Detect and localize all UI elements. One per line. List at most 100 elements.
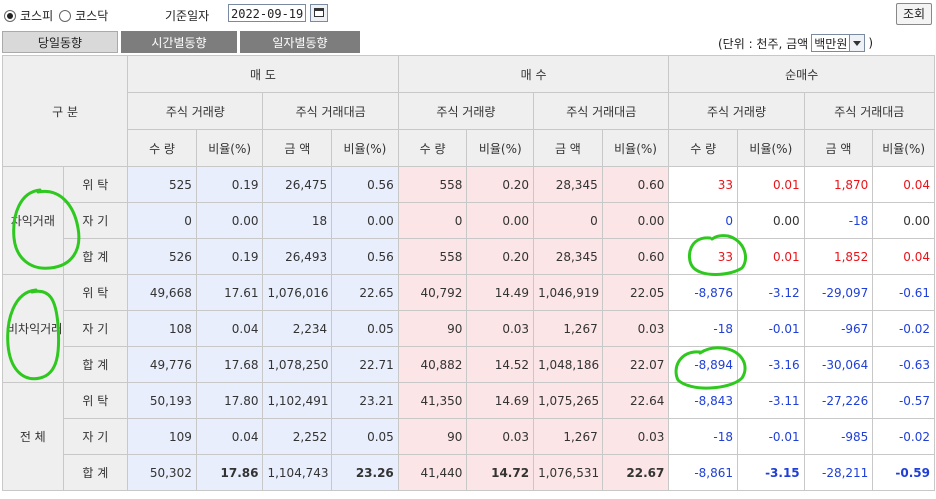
table-cell: 1,048,186	[533, 346, 603, 383]
table-cell: 0.01	[737, 238, 805, 275]
table-cell: -3.15	[737, 454, 805, 491]
table-cell: 90	[397, 418, 468, 455]
table-cell: -8,861	[668, 454, 739, 491]
table-cell: 0.56	[331, 166, 399, 203]
radio-kosdaq[interactable]	[59, 9, 72, 22]
table-cell: 0.60	[601, 238, 670, 275]
table-cell: 49,668	[127, 274, 197, 311]
table-cell: 0.03	[601, 418, 670, 455]
subgroup-sell-amount: 주식 거래대금	[262, 92, 399, 130]
lookup-button[interactable]: 조회	[896, 3, 932, 25]
table-cell: 0	[533, 202, 603, 239]
table-cell: 17.80	[195, 382, 264, 419]
table-cell: 1,104,743	[262, 454, 333, 491]
header-row-group: 구 분 매 도 매 수 순매수	[1, 55, 935, 167]
table-cell: 26,493	[262, 238, 333, 275]
unit-prefix: (단위 : 천주, 금액	[718, 36, 809, 51]
table-cell: 28,345	[533, 166, 603, 203]
table-cell: 0.20	[466, 166, 535, 203]
table-cell: -3.12	[737, 274, 805, 311]
table-row: 전 체위 탁 50,193 17.80 1,102,491 23.21 41,350 14.…	[2, 382, 935, 491]
table-cell: 0	[397, 202, 468, 239]
table-cell: 22.71	[331, 346, 399, 383]
table-cell: 0.03	[466, 310, 535, 347]
table-cell: -8,876	[668, 274, 739, 311]
table-cell: 0.00	[601, 202, 670, 239]
chevron-down-icon[interactable]	[849, 35, 865, 51]
table-cell: 1,078,250	[262, 346, 333, 383]
column-header: 수 량	[397, 129, 468, 167]
table-cell: 26,475	[262, 166, 333, 203]
table-cell: 1,046,919	[533, 274, 603, 311]
column-header: 비율(%)	[737, 129, 805, 167]
table-cell: -18	[668, 310, 739, 347]
row-label: 자 기	[62, 418, 129, 455]
table-cell: 1,852	[803, 238, 874, 275]
table-cell: 0.04	[872, 166, 935, 203]
table-cell: 33	[668, 166, 739, 203]
group-sell: 매 도	[127, 55, 399, 93]
table-row: 비차익거래 위 탁 49,668 17.61 1,076,016 22.65 40,792 1…	[2, 274, 935, 383]
section-label: 비차익거래	[2, 274, 64, 383]
table-cell: -0.02	[872, 310, 935, 347]
table-cell: 0.00	[195, 202, 264, 239]
table-cell: 0.01	[737, 166, 805, 203]
table-cell: 17.68	[195, 346, 264, 383]
table-cell: 40,882	[397, 346, 468, 383]
table-cell: 1,102,491	[262, 382, 333, 419]
table-cell: 14.69	[466, 382, 535, 419]
table-cell: 0.19	[195, 238, 264, 275]
table-cell: 0	[127, 202, 197, 239]
corner-label: 구 분	[1, 55, 129, 167]
date-label: 기준일자	[165, 9, 210, 23]
row-label: 합 계	[62, 238, 129, 275]
row-label: 위 탁	[62, 382, 129, 419]
tab-daily-trend[interactable]: 당일동향	[2, 31, 118, 53]
table-cell: 1,267	[533, 310, 603, 347]
table-cell: 0.05	[331, 418, 399, 455]
table-cell: 41,350	[397, 382, 468, 419]
calendar-button[interactable]	[310, 4, 328, 22]
subgroup-buy-amount: 주식 거래대금	[533, 92, 670, 130]
table-cell: 525	[127, 166, 197, 203]
table-cell: 0.05	[331, 310, 399, 347]
table-cell: -27,226	[803, 382, 874, 419]
market-radio-group: 코스피 코스닥	[4, 7, 108, 24]
column-header: 비율(%)	[331, 129, 399, 167]
calendar-icon	[314, 8, 324, 17]
radio-kosdaq-label[interactable]: 코스닥	[75, 7, 108, 24]
unit-select-value: 백만원	[814, 36, 848, 51]
table-row: 차익거래 위 탁 525 0.19 26,475 0.56 558 0.20 28,345 0.6…	[2, 166, 935, 275]
table-cell: 0.20	[466, 238, 535, 275]
table-cell: 41,440	[397, 454, 468, 491]
row-label: 위 탁	[62, 166, 129, 203]
table-cell: -3.16	[737, 346, 805, 383]
column-header: 수 량	[127, 129, 197, 167]
date-input[interactable]: 2022-09-19	[228, 4, 306, 22]
table-cell: -985	[803, 418, 874, 455]
table-cell: 0	[668, 202, 739, 239]
column-header: 수 량	[668, 129, 739, 167]
tab-hourly-trend[interactable]: 시간별동향	[121, 31, 237, 53]
table-cell: -0.59	[872, 454, 935, 491]
table-cell: 22.64	[601, 382, 670, 419]
subgroup-sell-volume: 주식 거래량	[127, 92, 264, 130]
table-cell: 0.60	[601, 166, 670, 203]
table-cell: 0.04	[872, 238, 935, 275]
table-cell: 0.00	[737, 202, 805, 239]
table-cell: 33	[668, 238, 739, 275]
table-cell: 558	[397, 166, 468, 203]
table-cell: 17.61	[195, 274, 264, 311]
table-cell: 0.00	[331, 202, 399, 239]
table-cell: -0.01	[737, 418, 805, 455]
table-cell: 14.72	[466, 454, 535, 491]
table-cell: 18	[262, 202, 333, 239]
radio-kospi-label[interactable]: 코스피	[20, 7, 53, 24]
unit-select[interactable]: 백만원	[811, 34, 866, 52]
table-cell: -8,843	[668, 382, 739, 419]
group-net-buy: 순매수	[668, 55, 935, 93]
table-cell: 0.04	[195, 418, 264, 455]
radio-kospi[interactable]	[4, 9, 16, 22]
table-cell: 14.49	[466, 274, 535, 311]
tab-date-trend[interactable]: 일자별동향	[240, 31, 360, 53]
